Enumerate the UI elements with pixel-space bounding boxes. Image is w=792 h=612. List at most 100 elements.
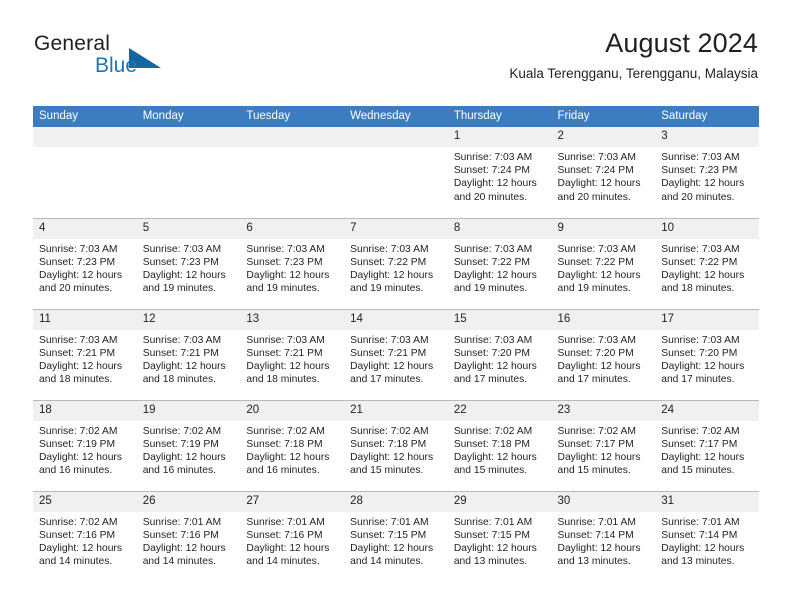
- calendar-day-cell[interactable]: 7 Sunrise: 7:03 AM Sunset: 7:22 PM Daylight…: [344, 217, 448, 309]
- calendar-day-cell[interactable]: 14 Sunrise: 7:03 AM Sunset: 7:21 PM Dayligh…: [344, 308, 448, 400]
- calendar-day-cell[interactable]: 1 Sunrise: 7:03 AM Sunset: 7:24 PM Daylight…: [447, 127, 552, 218]
- daylight-text: Daylight: 12 hours: [661, 178, 745, 190]
- calendar-day-cell[interactable]: 18 Sunrise: 7:02 AM Sunset: 7:19 PM Dayligh…: [33, 399, 137, 491]
- calendar-day-cell[interactable]: 30 Sunrise: 7:01 AM Sunset: 7:14 PM Dayligh…: [551, 490, 656, 582]
- sunrise-text: Sunrise: 7:03 AM: [453, 243, 533, 255]
- sunrise-text: Sunrise: 7:01 AM: [350, 516, 429, 528]
- calendar-day-cell[interactable]: 19 Sunrise: 7:02 AM Sunset: 7:19 PM Dayligh…: [136, 399, 241, 491]
- daylight-text-cont: and 19 minutes.: [453, 283, 528, 295]
- daylight-text: Daylight: 12 hours: [39, 360, 122, 372]
- sunrise-text: Sunrise: 7:03 AM: [661, 243, 740, 255]
- calendar-body: 1 Sunrise: 7:03 AM Sunset: 7:24 PM Daylight…: [33, 127, 759, 582]
- calendar-day-cell[interactable]: 17 Sunrise: 7:03 AM Sunset: 7:20 PM Dayligh…: [655, 308, 759, 400]
- daylight-text-cont: and 15 minutes.: [557, 465, 631, 477]
- sunset-text: Sunset: 7:20 PM: [453, 347, 530, 359]
- calendar-cell-empty: [136, 127, 241, 218]
- daylight-text-cont: and 17 minutes.: [453, 374, 528, 386]
- daylight-text-cont: and 13 minutes.: [453, 556, 528, 568]
- weekday-header-sunday: Sunday: [33, 106, 137, 127]
- day-number: 19: [136, 400, 241, 421]
- generalblue-logo[interactable]: General Blue: [34, 32, 274, 90]
- calendar-day-cell[interactable]: 28 Sunrise: 7:01 AM Sunset: 7:15 PM Dayligh…: [344, 490, 448, 582]
- daylight-text: Daylight: 12 hours: [453, 542, 537, 554]
- calendar-cell-empty: [240, 127, 345, 218]
- day-number: 13: [240, 309, 345, 330]
- weekday-header-row: Sunday Monday Tuesday Wednesday Thursday…: [33, 106, 759, 127]
- daylight-text: Daylight: 12 hours: [39, 269, 122, 281]
- calendar-day-cell[interactable]: 3 Sunrise: 7:03 AM Sunset: 7:23 PM Daylight…: [655, 127, 759, 218]
- sunset-text: Sunset: 7:23 PM: [661, 165, 738, 177]
- day-details: Sunrise: 7:01 AM Sunset: 7:14 PM Daylight:…: [655, 512, 759, 569]
- day-number: 31: [655, 491, 759, 512]
- sunrise-text: Sunrise: 7:01 AM: [661, 516, 740, 528]
- day-number: 9: [551, 218, 656, 239]
- sunset-text: Sunset: 7:24 PM: [557, 165, 634, 177]
- calendar-day-cell[interactable]: 31 Sunrise: 7:01 AM Sunset: 7:14 PM Dayligh…: [655, 490, 759, 582]
- sunrise-text: Sunrise: 7:03 AM: [246, 334, 325, 346]
- daylight-text-cont: and 20 minutes.: [661, 191, 735, 203]
- daylight-text-cont: and 20 minutes.: [557, 191, 631, 203]
- calendar-day-cell[interactable]: 8 Sunrise: 7:03 AM Sunset: 7:22 PM Daylight…: [447, 217, 552, 309]
- sunset-text: Sunset: 7:21 PM: [350, 347, 427, 359]
- day-details: Sunrise: 7:02 AM Sunset: 7:19 PM Daylight:…: [33, 421, 137, 478]
- calendar-day-cell[interactable]: 5 Sunrise: 7:03 AM Sunset: 7:23 PM Daylight…: [136, 217, 241, 309]
- logo-text-general: General: [34, 32, 111, 55]
- calendar-day-cell[interactable]: 23 Sunrise: 7:02 AM Sunset: 7:17 PM Dayligh…: [551, 399, 656, 491]
- daylight-text-cont: and 14 minutes.: [350, 556, 424, 568]
- sunrise-text: Sunrise: 7:02 AM: [453, 425, 533, 437]
- daylight-text-cont: and 18 minutes.: [246, 374, 320, 386]
- weekday-header-monday: Monday: [136, 106, 241, 127]
- calendar-day-cell[interactable]: 9 Sunrise: 7:03 AM Sunset: 7:22 PM Daylight…: [551, 217, 656, 309]
- sunrise-text: Sunrise: 7:02 AM: [246, 425, 325, 437]
- calendar-day-cell[interactable]: 6 Sunrise: 7:03 AM Sunset: 7:23 PM Daylight…: [240, 217, 345, 309]
- calendar-day-cell[interactable]: 15 Sunrise: 7:03 AM Sunset: 7:20 PM Dayligh…: [447, 308, 552, 400]
- day-number: 24: [655, 400, 759, 421]
- day-details: Sunrise: 7:03 AM Sunset: 7:21 PM Daylight:…: [344, 330, 448, 387]
- calendar-day-cell[interactable]: 20 Sunrise: 7:02 AM Sunset: 7:18 PM Dayligh…: [240, 399, 345, 491]
- calendar-cell-empty: [344, 127, 448, 218]
- sunset-text: Sunset: 7:22 PM: [661, 256, 738, 268]
- calendar-day-cell[interactable]: 27 Sunrise: 7:01 AM Sunset: 7:16 PM Dayligh…: [240, 490, 345, 582]
- calendar-day-cell[interactable]: 11 Sunrise: 7:03 AM Sunset: 7:21 PM Dayligh…: [33, 308, 137, 400]
- calendar-day-cell[interactable]: 16 Sunrise: 7:03 AM Sunset: 7:20 PM Dayligh…: [551, 308, 656, 400]
- calendar-day-cell[interactable]: 24 Sunrise: 7:02 AM Sunset: 7:17 PM Dayligh…: [655, 399, 759, 491]
- sunset-text: Sunset: 7:18 PM: [350, 438, 427, 450]
- title-block: August 2024 Kuala Terengganu, Terengganu…: [509, 26, 758, 84]
- daylight-text-cont: and 14 minutes.: [246, 556, 320, 568]
- calendar-day-cell[interactable]: 13 Sunrise: 7:03 AM Sunset: 7:21 PM Dayligh…: [240, 308, 345, 400]
- sunset-text: Sunset: 7:17 PM: [661, 438, 738, 450]
- sunset-text: Sunset: 7:22 PM: [350, 256, 427, 268]
- day-number: 14: [344, 309, 448, 330]
- sunrise-text: Sunrise: 7:03 AM: [661, 334, 740, 346]
- daylight-text: Daylight: 12 hours: [557, 542, 641, 554]
- day-details: Sunrise: 7:03 AM Sunset: 7:20 PM Daylight:…: [655, 330, 759, 387]
- daylight-text: Daylight: 12 hours: [453, 269, 537, 281]
- weekday-header-friday: Friday: [551, 106, 656, 127]
- day-number: 11: [33, 309, 137, 330]
- calendar-day-cell[interactable]: 26 Sunrise: 7:01 AM Sunset: 7:16 PM Dayligh…: [136, 490, 241, 582]
- day-number: 17: [655, 309, 759, 330]
- calendar-day-cell[interactable]: 22 Sunrise: 7:02 AM Sunset: 7:18 PM Dayligh…: [447, 399, 552, 491]
- calendar-day-cell[interactable]: 29 Sunrise: 7:01 AM Sunset: 7:15 PM Dayligh…: [447, 490, 552, 582]
- daylight-text: Daylight: 12 hours: [661, 542, 745, 554]
- daylight-text-cont: and 18 minutes.: [661, 283, 735, 295]
- day-number: [344, 127, 448, 147]
- daylight-text-cont: and 17 minutes.: [661, 374, 735, 386]
- sunset-text: Sunset: 7:16 PM: [246, 529, 323, 541]
- calendar-day-cell[interactable]: 25 Sunrise: 7:02 AM Sunset: 7:16 PM Dayligh…: [33, 490, 137, 582]
- daylight-text-cont: and 13 minutes.: [557, 556, 631, 568]
- calendar-day-cell[interactable]: 2 Sunrise: 7:03 AM Sunset: 7:24 PM Daylight…: [551, 127, 656, 218]
- day-number: 6: [240, 218, 345, 239]
- sunrise-text: Sunrise: 7:03 AM: [142, 334, 222, 346]
- day-number: 8: [447, 218, 552, 239]
- sunset-text: Sunset: 7:17 PM: [557, 438, 634, 450]
- sunrise-text: Sunrise: 7:01 AM: [246, 516, 325, 528]
- daylight-text: Daylight: 12 hours: [661, 269, 745, 281]
- day-number: 1: [447, 127, 552, 147]
- calendar-day-cell[interactable]: 10 Sunrise: 7:03 AM Sunset: 7:22 PM Dayligh…: [655, 217, 759, 309]
- calendar-day-cell[interactable]: 12 Sunrise: 7:03 AM Sunset: 7:21 PM Dayligh…: [136, 308, 241, 400]
- day-details: Sunrise: 7:03 AM Sunset: 7:21 PM Daylight:…: [33, 330, 137, 387]
- calendar-day-cell[interactable]: 4 Sunrise: 7:03 AM Sunset: 7:23 PM Daylight…: [33, 217, 137, 309]
- calendar-day-cell[interactable]: 21 Sunrise: 7:02 AM Sunset: 7:18 PM Dayligh…: [344, 399, 448, 491]
- sunset-text: Sunset: 7:23 PM: [39, 256, 116, 268]
